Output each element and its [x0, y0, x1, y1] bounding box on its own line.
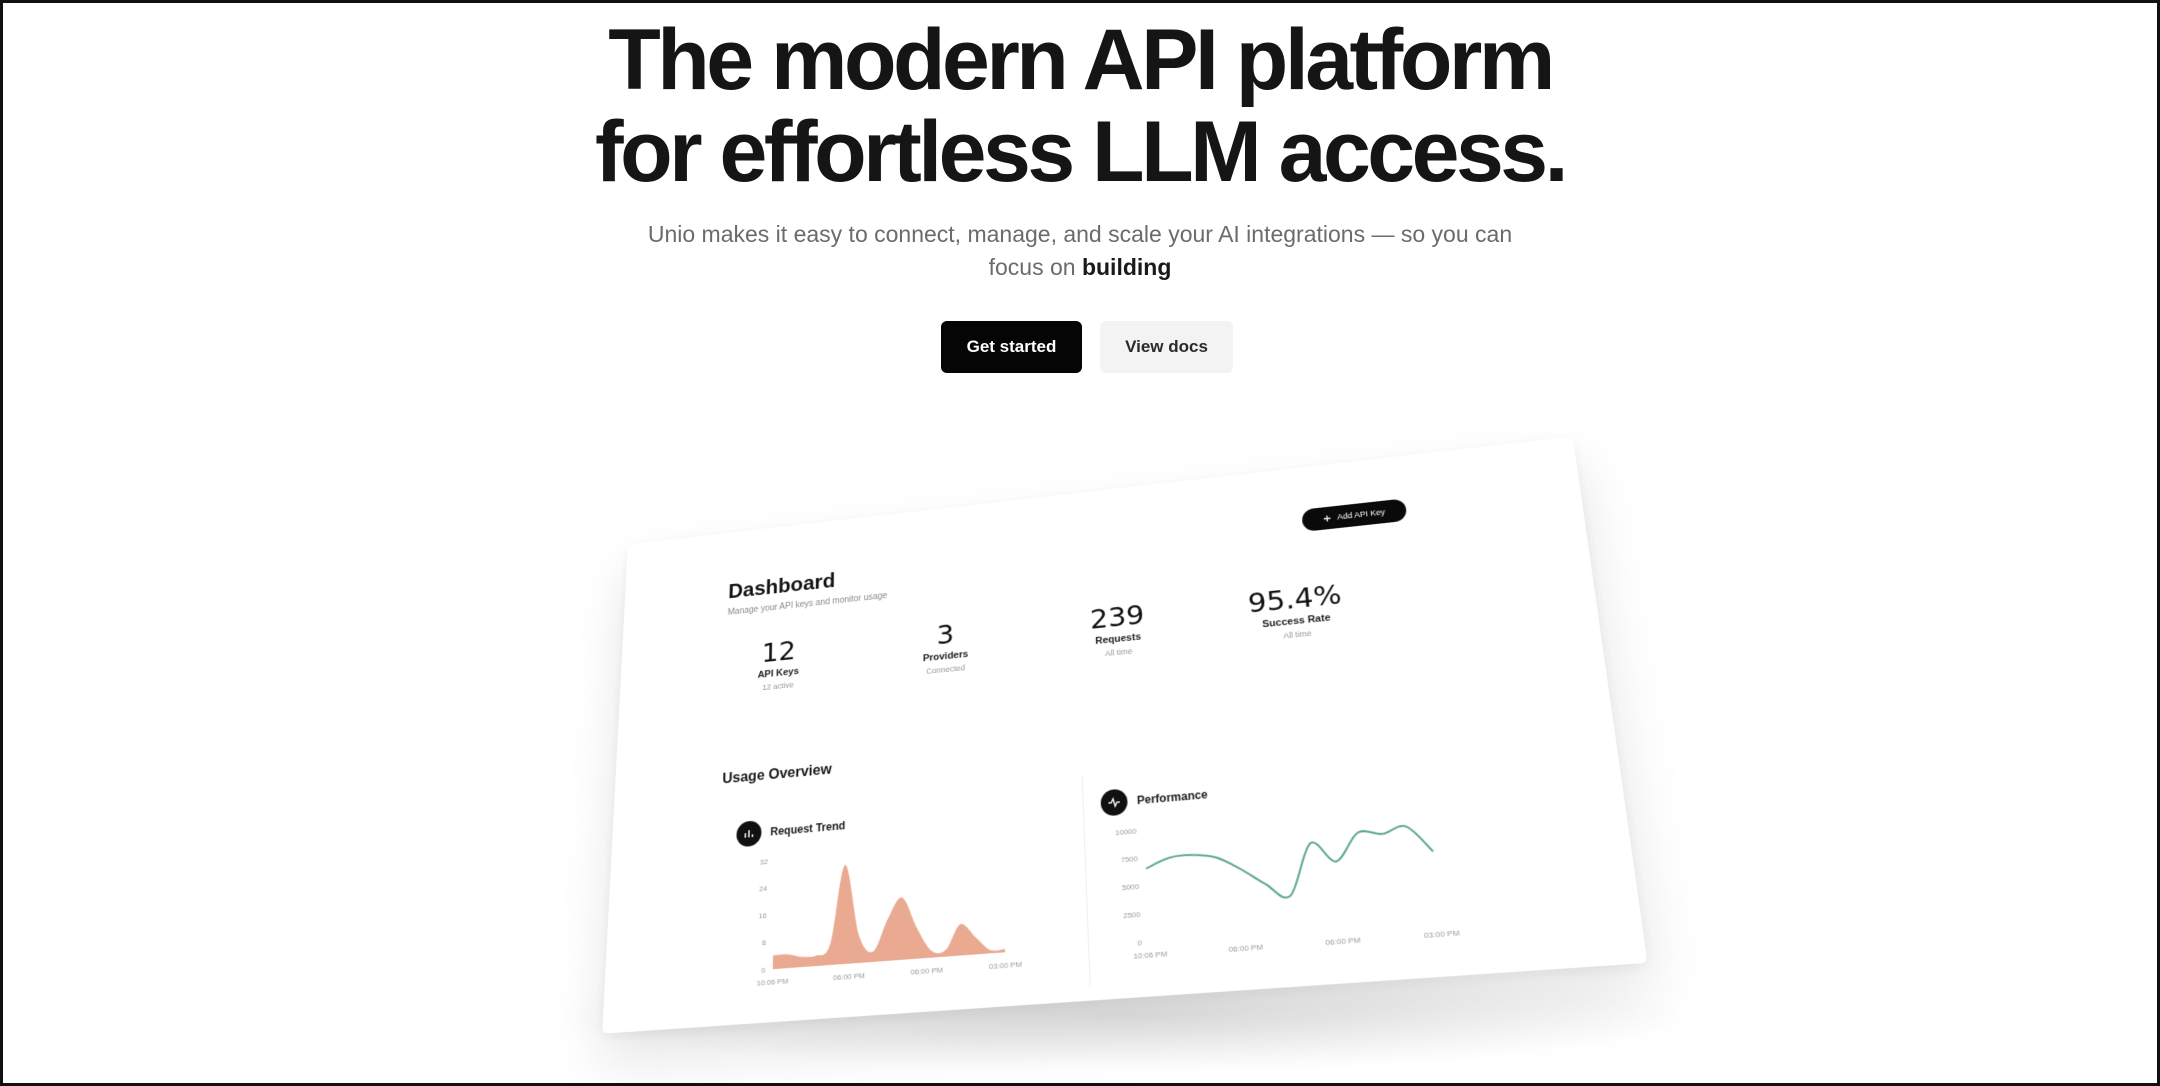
y-tick-label: 16	[759, 911, 767, 920]
stat-requests: 239 Requests All time	[1048, 596, 1189, 664]
usage-overview-title: Usage Overview	[722, 761, 832, 787]
x-tick-label: 10:06 PM	[1133, 949, 1167, 961]
x-tick-label: 10:06 PM	[757, 976, 789, 987]
view-docs-button[interactable]: View docs	[1100, 321, 1233, 373]
y-tick-label: 0	[761, 966, 765, 975]
y-tick-label: 2500	[1123, 910, 1141, 920]
stat-providers: 3 Providers Connected	[879, 614, 1014, 681]
x-tick-label: 06:00 PM	[910, 965, 942, 976]
bar-chart-icon	[736, 820, 762, 848]
y-tick-label: 24	[759, 884, 768, 893]
y-tick-label: 0	[1137, 938, 1142, 947]
add-api-key-button[interactable]: Add API Key	[1301, 498, 1408, 532]
y-tick-label: 10000	[1115, 827, 1137, 838]
activity-icon	[1100, 788, 1129, 817]
y-tick-label: 5000	[1122, 882, 1140, 892]
headline-line-2: for effortless LLM access.	[594, 104, 1569, 200]
x-tick-label: 03:00 PM	[989, 960, 1022, 971]
y-tick-label: 7500	[1120, 854, 1138, 864]
y-tick-label: 32	[760, 857, 768, 866]
performance-title: Performance	[1136, 787, 1208, 808]
request-trend-panel: Request Trend 32 24 16 8 0 10:06 PM 06:00 PM 06…	[715, 777, 1074, 1012]
stat-success-rate: 95.4% Success Rate All time	[1223, 577, 1370, 646]
x-tick-label: 06:00 PM	[1325, 935, 1361, 947]
request-trend-area	[772, 851, 1006, 970]
performance-panel: Performance 10000 7500 5000 2500 0 10:06 PM 06…	[1081, 739, 1519, 986]
get-started-button[interactable]: Get started	[941, 321, 1082, 373]
x-tick-label: 06:00 PM	[1228, 942, 1263, 954]
subtitle-text: Unio makes it easy to connect, manage, a…	[647, 221, 1513, 280]
performance-line	[1145, 824, 1437, 909]
stat-api-keys: 12 API Keys 12 active	[713, 631, 844, 697]
request-trend-chart: 32 24 16 8 010:06 PM 06:00 PM 06:00 PM 03:00 PM	[757, 851, 1022, 988]
performance-chart: 10000 7500 5000 2500 0 10:06 PM 06:00 PM 06:00 …	[1115, 789, 1460, 961]
subtitle-emphasis: building	[1081, 254, 1172, 280]
headline-line-1: The modern API platform	[608, 12, 1555, 108]
x-tick-label: 06:00 PM	[833, 971, 865, 982]
request-trend-title: Request Trend	[770, 819, 846, 839]
y-tick-label: 8	[762, 938, 766, 947]
hero-subtitle: Unio makes it easy to connect, manage, a…	[640, 218, 1520, 284]
x-tick-label: 03:00 PM	[1423, 928, 1460, 940]
add-api-key-label: Add API Key	[1336, 507, 1386, 522]
plus-icon	[1323, 514, 1332, 523]
dashboard-preview: Dashboard Manage your API keys and monit…	[602, 436, 1648, 1034]
